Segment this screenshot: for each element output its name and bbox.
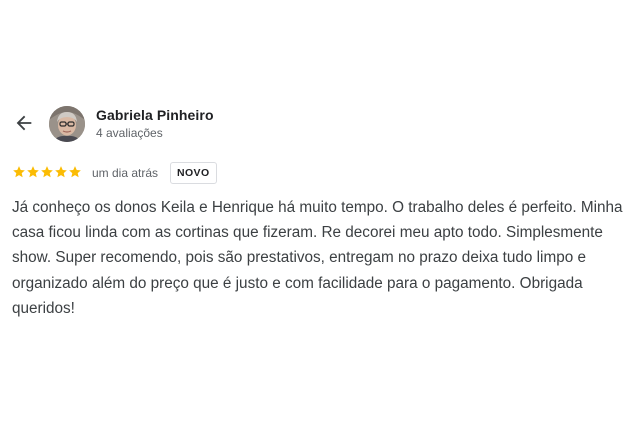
new-badge: NOVO [170, 162, 217, 184]
star-icon [13, 166, 25, 178]
avatar[interactable] [49, 106, 85, 142]
review-time: um dia atrás [92, 166, 159, 180]
review-header: Gabriela Pinheiro 4 avaliações [0, 100, 634, 148]
arrow-back-icon [16, 115, 32, 131]
star-icon [27, 166, 39, 178]
back-button[interactable] [9, 108, 39, 138]
star-icon [41, 166, 53, 178]
star-rating [12, 165, 82, 179]
review-text: Já conheço os donos Keila e Henrique há … [12, 199, 623, 317]
review-count: 4 avaliações [96, 126, 163, 140]
profile-photo [49, 106, 85, 142]
reviewer-name[interactable]: Gabriela Pinheiro [96, 107, 214, 123]
review-meta: um dia atrás NOVO [12, 162, 632, 184]
star-icon [55, 166, 67, 178]
star-icon [69, 166, 81, 178]
